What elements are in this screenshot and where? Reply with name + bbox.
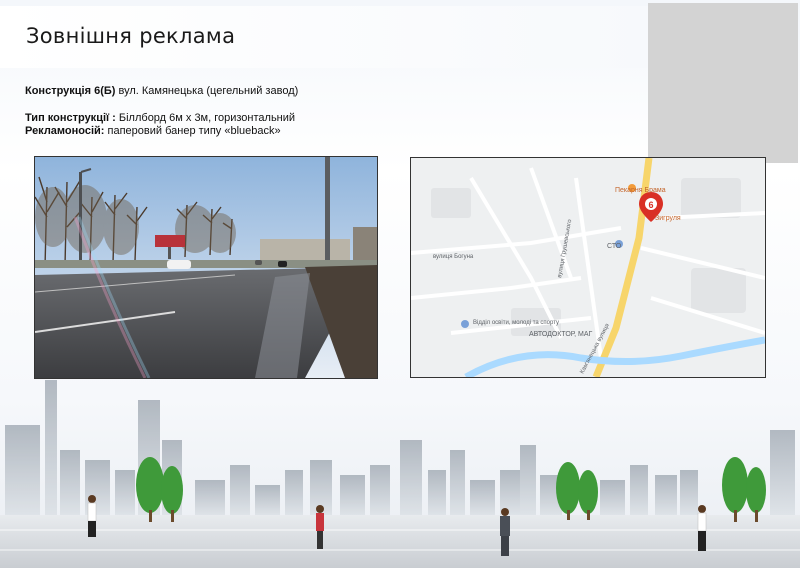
map-label-street-bohuna: вулиця Богуна	[433, 254, 474, 260]
construction-line: Конструкція 6(Б) вул. Камянецька (цегель…	[25, 85, 298, 97]
page-title: Зовнішня реклама	[26, 24, 236, 48]
type-label: Тип конструкції :	[25, 112, 116, 124]
map-label-bakery: Пекарня Брама	[615, 187, 666, 194]
street-photo-illustration	[35, 157, 377, 378]
map-label-sto: СТО	[607, 243, 622, 250]
city-skyline-decoration	[0, 370, 800, 568]
map-label-education: Відділ освіти, молоді та спорту	[473, 320, 559, 326]
type-line: Тип конструкції : Біллборд 6м х 3м, гори…	[25, 112, 295, 124]
street-photo	[34, 156, 378, 379]
skyline-illustration	[0, 380, 800, 568]
carrier-label: Рекламоносій:	[25, 125, 105, 137]
location-map[interactable]: 6 Пекарня Брама Зигруля СТО АВТОДОКТОР, …	[410, 157, 766, 378]
map-illustration: 6 Пекарня Брама Зигруля СТО АВТОДОКТОР, …	[411, 158, 765, 377]
construction-value: вул. Камянецька (цегельний завод)	[118, 85, 299, 97]
type-value: Біллборд 6м х 3м, горизонтальний	[118, 112, 296, 124]
map-label-autodoctor: АВТОДОКТОР, МАГ	[529, 331, 593, 338]
placeholder-box	[648, 3, 798, 163]
carrier-line: Рекламоносій: паперовий банер типу «blue…	[25, 125, 281, 137]
marker-number: 6	[648, 200, 653, 210]
construction-label: Конструкція 6(Б)	[25, 85, 116, 97]
carrier-value: паперовий банер типу «blueback»	[107, 125, 281, 137]
map-label-shop: Зигруля	[655, 215, 681, 222]
